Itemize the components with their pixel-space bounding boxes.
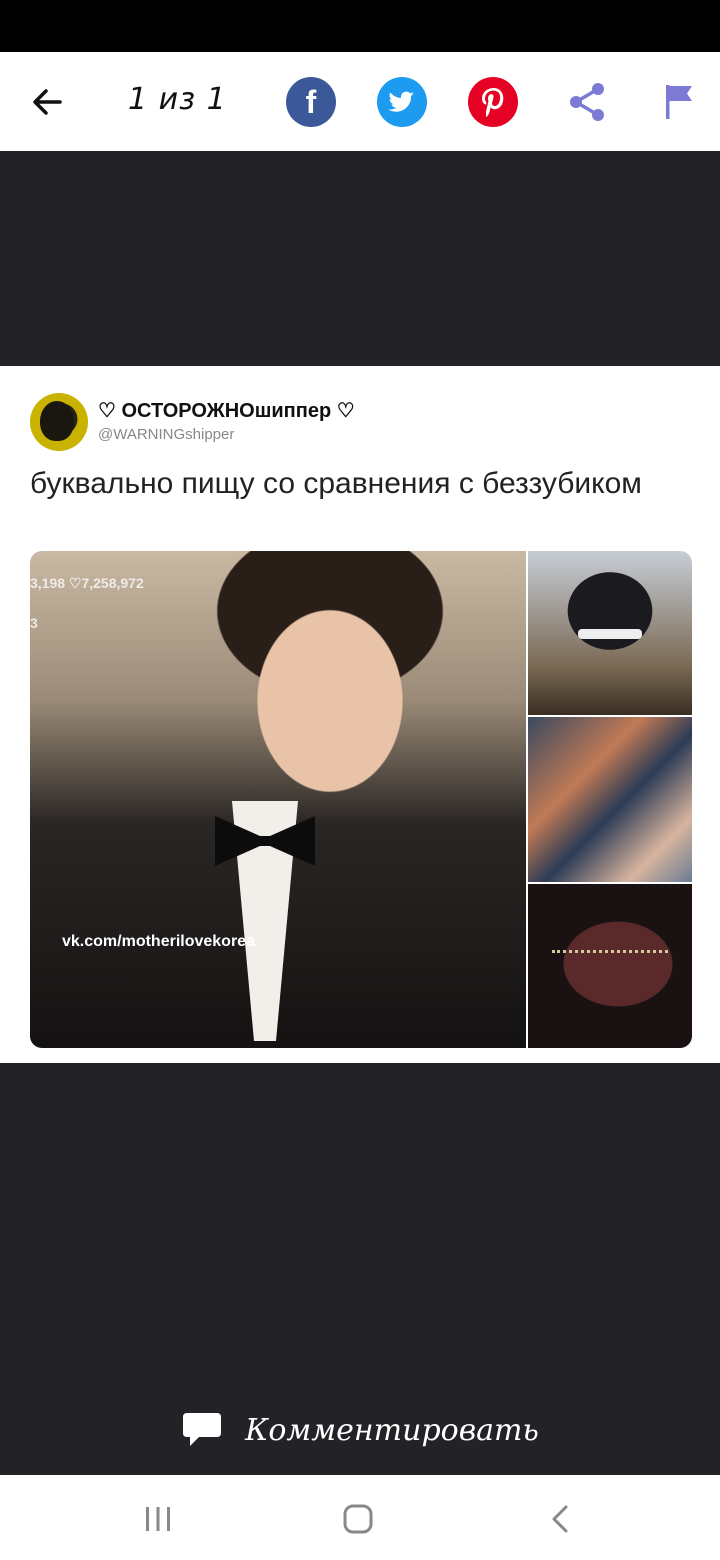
back-arrow-icon (33, 89, 62, 115)
chevron-left-icon (552, 1505, 568, 1533)
status-bar (0, 0, 720, 52)
speech-bubble-icon (183, 1413, 222, 1446)
system-back-button[interactable] (540, 1499, 580, 1539)
post-screenshot[interactable]: ♡ ОСТОРОЖНОшиппер ♡ @WARNINGshipper букв… (0, 366, 720, 1063)
twitter-share-button[interactable] (377, 77, 427, 127)
post-text: буквально пищу со сравнения с беззубиком (30, 467, 642, 500)
side-photo-2 (528, 717, 692, 882)
home-button[interactable] (338, 1499, 378, 1539)
side-photo-1 (528, 551, 692, 716)
facebook-icon: f (306, 84, 317, 120)
comment-label: Комментировать (245, 1412, 539, 1448)
post-media: 3,198 ♡7,258,972 3 vk.com/motherilovekor… (30, 551, 692, 1048)
recent-apps-button[interactable] (138, 1499, 178, 1539)
pinterest-icon (482, 88, 504, 118)
photo-stats-sub: 3 (30, 615, 38, 631)
pinterest-share-button[interactable] (468, 77, 518, 127)
user-handle: @WARNINGshipper (98, 426, 235, 443)
recent-apps-icon (146, 1507, 170, 1531)
image-counter: 1 из 1 (128, 82, 227, 117)
display-name: ♡ ОСТОРОЖНОшиппер ♡ (98, 400, 355, 422)
report-flag-button[interactable] (656, 77, 706, 127)
main-photo: 3,198 ♡7,258,972 3 vk.com/motherilovekor… (30, 551, 526, 1048)
system-nav-bar (0, 1475, 720, 1560)
photo-stats-overlay: 3,198 ♡7,258,972 (30, 575, 144, 591)
side-photo-3 (528, 883, 692, 1048)
flag-icon (666, 85, 692, 119)
photo-watermark: vk.com/motherilovekorea (62, 933, 255, 950)
facebook-share-button[interactable]: f (286, 77, 336, 127)
back-arrow-button[interactable] (26, 80, 70, 124)
viewer-top-bar: 1 из 1 f (0, 52, 720, 151)
comment-button[interactable]: Комментировать (0, 1400, 720, 1460)
avatar (30, 393, 88, 451)
share-button[interactable] (562, 77, 612, 127)
svg-text:f: f (306, 84, 317, 120)
home-icon (343, 1504, 373, 1534)
share-icon (570, 83, 604, 121)
side-photos (528, 551, 692, 1048)
twitter-icon (388, 91, 414, 112)
